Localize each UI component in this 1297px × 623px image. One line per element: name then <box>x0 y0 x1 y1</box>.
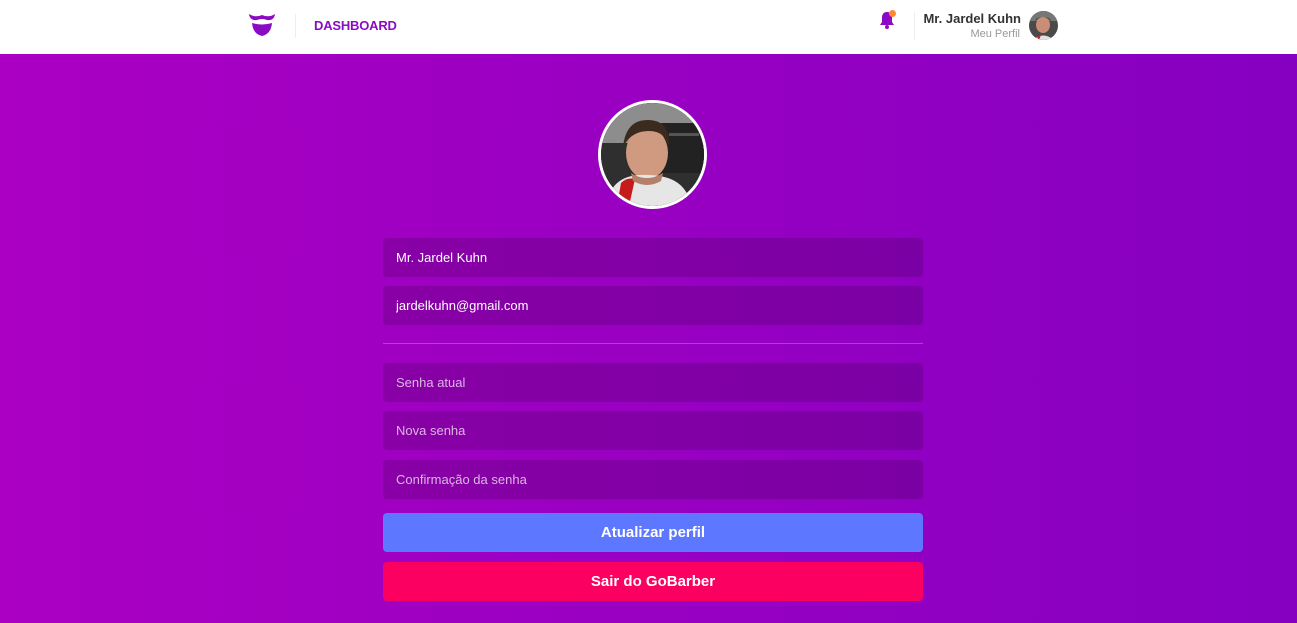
confirm-password-field[interactable] <box>383 460 923 499</box>
new-password-field[interactable] <box>383 411 923 450</box>
form-divider <box>383 343 923 344</box>
header-divider <box>914 12 915 40</box>
notification-badge <box>889 10 896 17</box>
profile-name: Mr. Jardel Kuhn <box>923 11 1021 26</box>
app-header: DASHBOARD Mr. Jardel Kuhn Meu Perfil <box>0 0 1297 54</box>
current-password-field[interactable] <box>383 363 923 402</box>
my-profile-link[interactable]: Meu Perfil <box>970 28 1020 40</box>
nav-dashboard-link[interactable]: DASHBOARD <box>314 18 397 33</box>
avatar[interactable] <box>1029 11 1058 40</box>
mustache-logo-icon[interactable] <box>247 12 277 38</box>
email-field[interactable] <box>383 286 923 325</box>
name-field[interactable] <box>383 238 923 277</box>
profile-avatar[interactable] <box>598 100 707 209</box>
header-divider <box>295 14 296 38</box>
update-profile-button[interactable]: Atualizar perfil <box>383 513 923 552</box>
logout-button[interactable]: Sair do GoBarber <box>383 562 923 601</box>
